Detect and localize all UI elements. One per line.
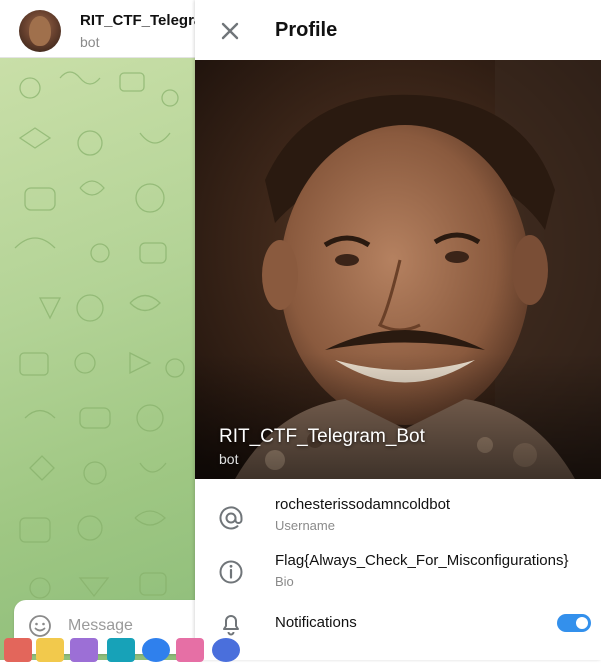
browser-icon[interactable]: [212, 638, 240, 662]
emoji-icon[interactable]: [28, 614, 52, 638]
lightning-icon[interactable]: [107, 638, 135, 662]
taskbar: [0, 636, 290, 662]
profile-header: Profile: [195, 0, 601, 60]
chat-panel: RIT_CTF_Telegra bot Message: [0, 0, 196, 660]
profile-name: RIT_CTF_Telegram_Bot: [219, 426, 425, 447]
profile-panel: Profile RIT_CTF_Telegram_Bot bot rochest…: [195, 0, 601, 660]
play-store-icon[interactable]: [36, 638, 64, 662]
bell-icon: [223, 615, 239, 636]
username-row[interactable]: rochesterissodamncoldbot Username: [195, 496, 601, 548]
profile-title: Profile: [275, 19, 338, 41]
avatar[interactable]: [19, 10, 61, 52]
chat-title: RIT_CTF_Telegra: [80, 12, 196, 29]
close-icon[interactable]: [217, 18, 243, 44]
bio-value: Flag{Always_Check_For_Misconfigurations}: [275, 552, 569, 569]
profile-subtitle: bot: [219, 451, 239, 467]
username-value: rochesterissodamncoldbot: [275, 496, 451, 513]
profile-photo-image: [195, 60, 601, 479]
chrome-icon[interactable]: [142, 638, 170, 662]
toggle-knob: [574, 615, 590, 631]
notifications-toggle[interactable]: [557, 614, 591, 632]
username-label: Username: [275, 518, 335, 533]
chat-header[interactable]: RIT_CTF_Telegra bot: [0, 0, 196, 58]
info-icon: [219, 560, 243, 584]
profile-photo[interactable]: [195, 60, 601, 479]
bio-row[interactable]: Flag{Always_Check_For_Misconfigurations}…: [195, 552, 601, 604]
bio-label: Bio: [275, 574, 294, 589]
message-input[interactable]: Message: [68, 617, 133, 635]
photos-icon[interactable]: [176, 638, 204, 662]
files-icon[interactable]: [4, 638, 32, 662]
notifications-label: Notifications: [275, 614, 357, 631]
chat-background: [0, 58, 196, 660]
chat-subtitle: bot: [80, 34, 100, 50]
at-sign-icon: [219, 506, 243, 530]
doodle-pattern: [14, 71, 185, 599]
terminal-icon[interactable]: [70, 638, 98, 662]
